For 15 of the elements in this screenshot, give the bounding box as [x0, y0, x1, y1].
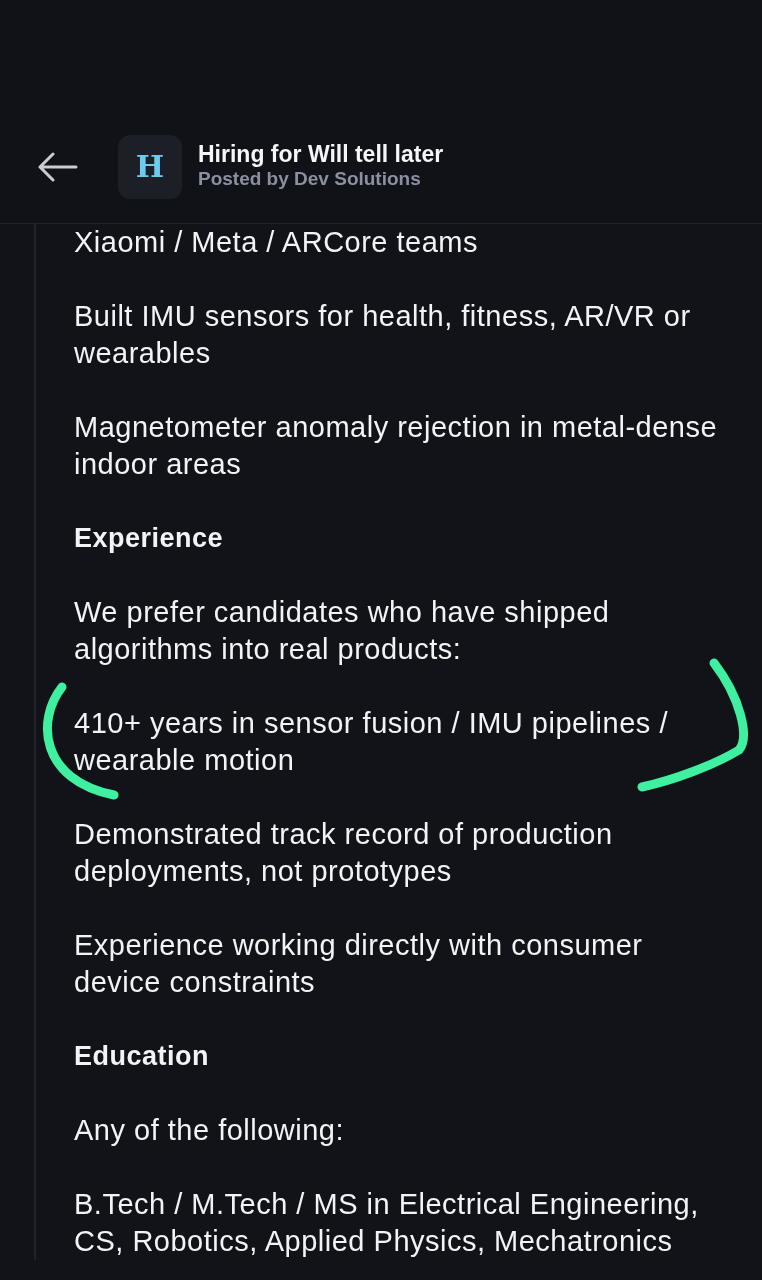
paragraph: We prefer candidates who have shipped algorithms into real products:: [74, 595, 611, 667]
paragraph: Magnetometer anomaly rejection in metal-dense indoor areas: [74, 410, 719, 482]
post-author: Posted by Dev Solutions: [198, 167, 422, 191]
paragraph: Any of the following:: [74, 1113, 346, 1148]
paragraph: 410+ years in sensor fusion / IMU pipelines / wearable motion: [74, 706, 669, 778]
paragraph: B.Tech / M.Tech / MS in Electrical Engineering, CS, Robotics, Applied Physics, Mechatronics: [74, 1187, 700, 1259]
paragraph: Experience working directly with consumer device constraints: [74, 928, 644, 1000]
paragraph: Demonstrated track record of production deployments, not prototypes: [74, 817, 614, 889]
avatar: H: [118, 134, 182, 199]
section-heading: Experience: [74, 522, 225, 555]
paragraph: Xiaomi / Meta / ARCore teams: [74, 225, 480, 260]
back-icon[interactable]: [36, 151, 78, 182]
post-title: Hiring for Will tell later: [198, 142, 444, 168]
paragraph: Built IMU sensors for health, fitness, AR/VR or wearables: [74, 299, 692, 371]
section-heading: Education: [74, 1040, 210, 1073]
